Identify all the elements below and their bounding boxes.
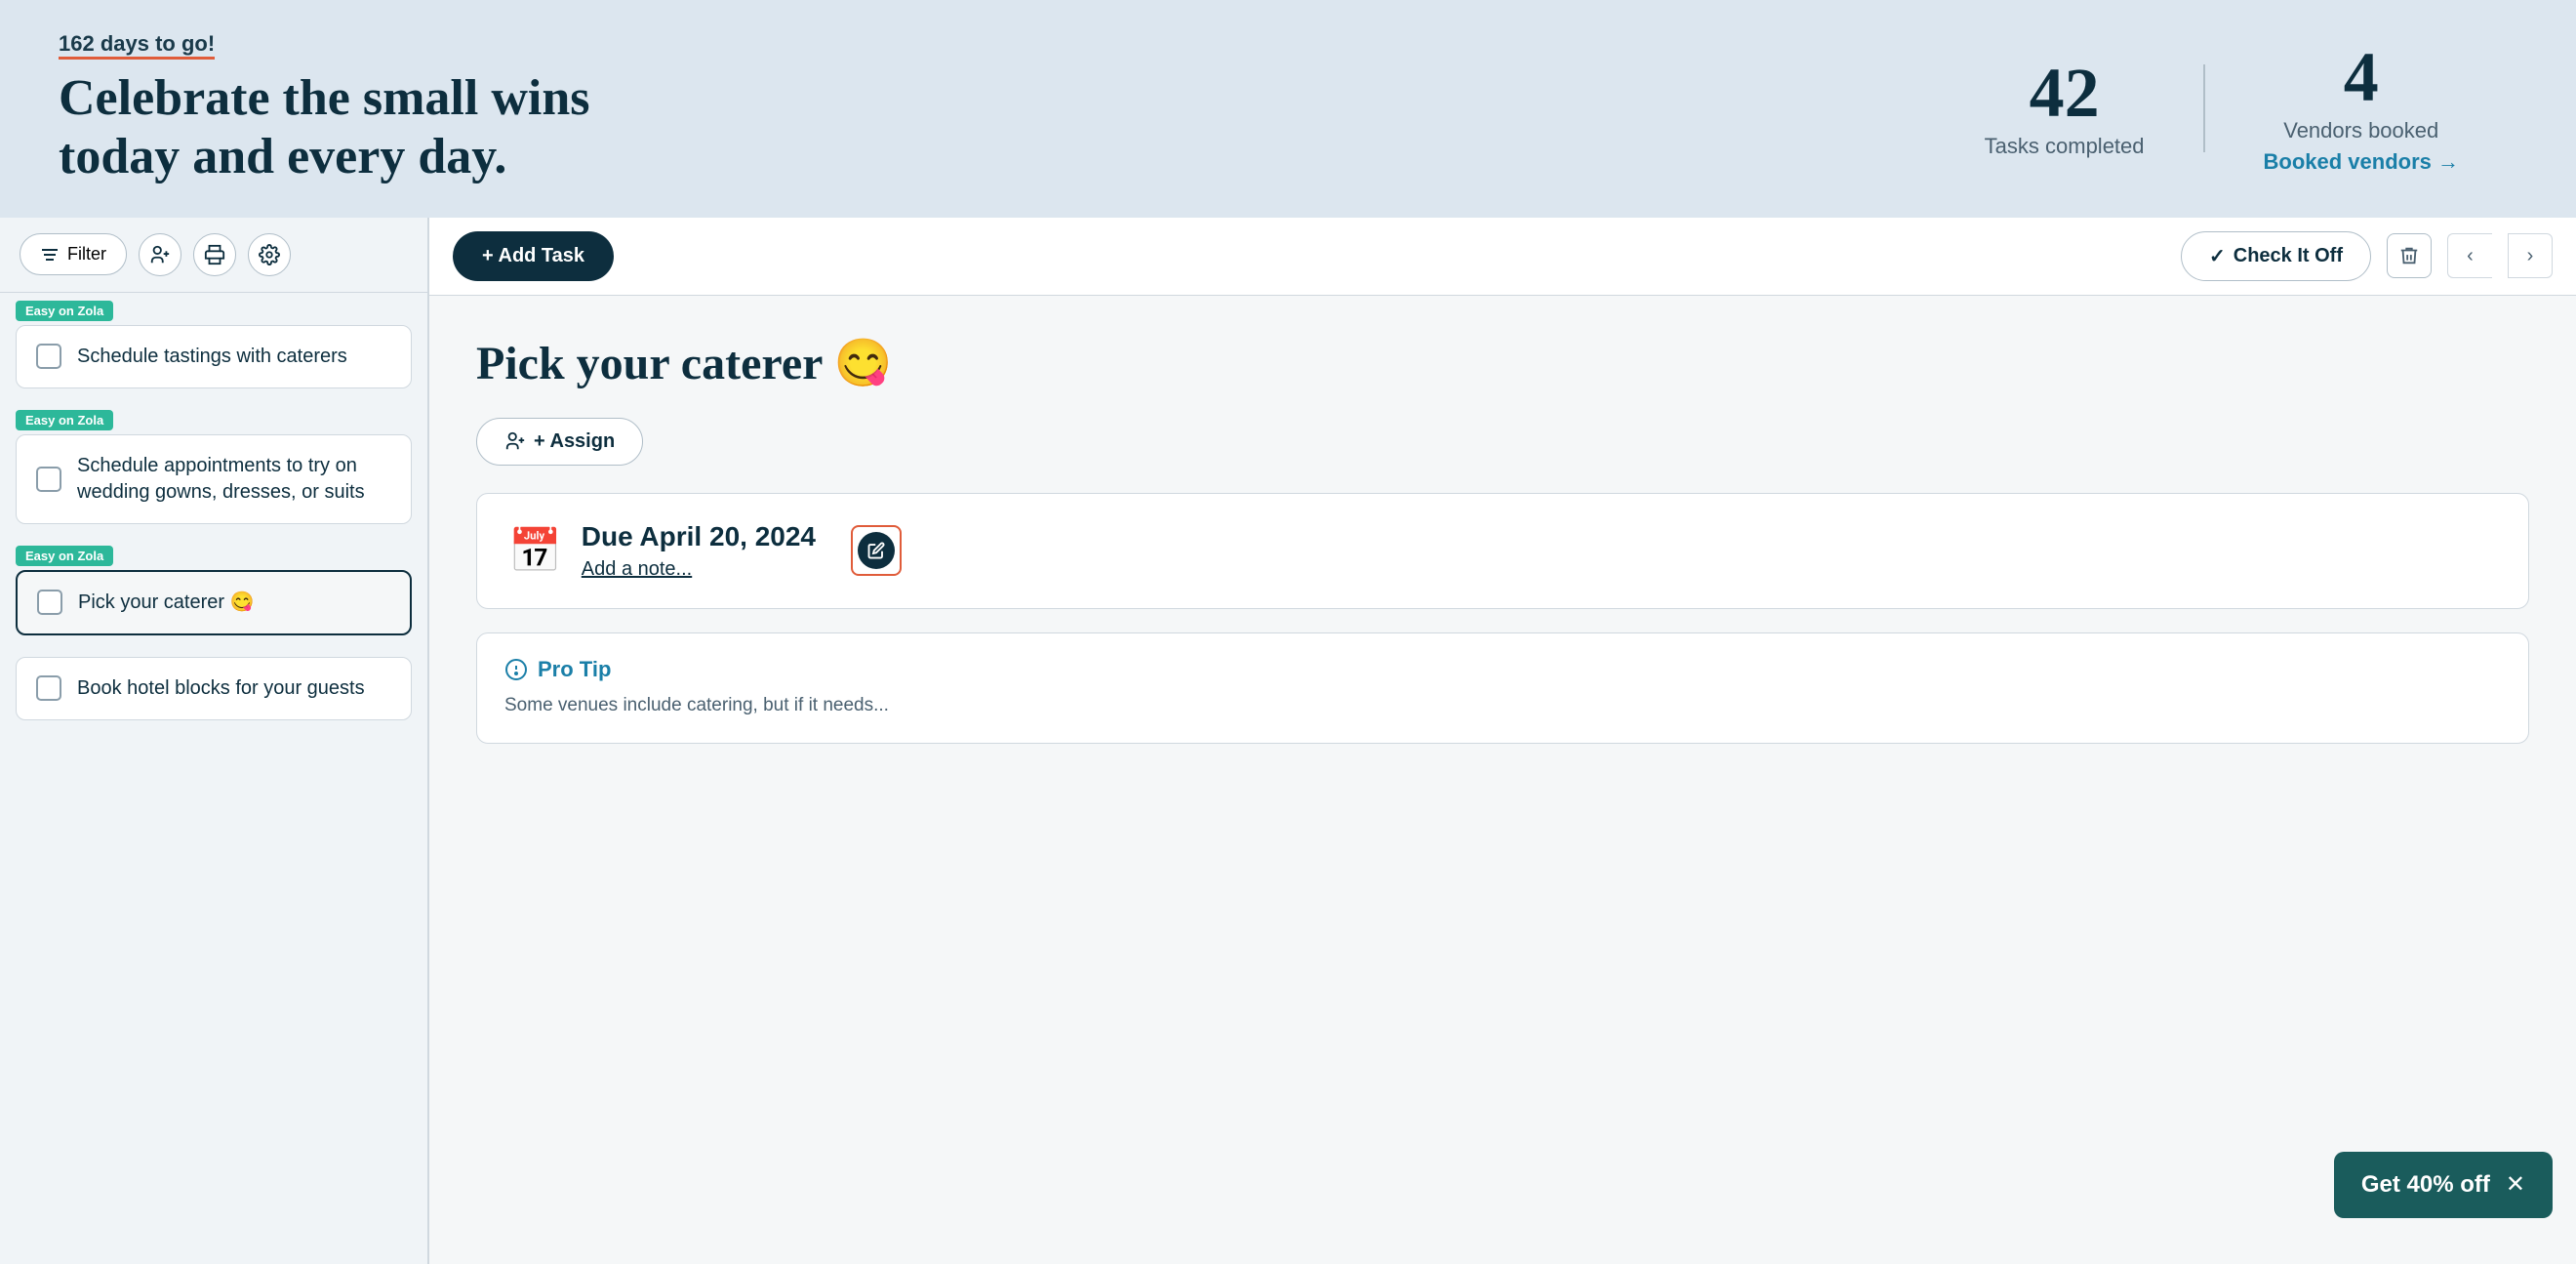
task-text-1: Schedule tastings with caterers	[77, 344, 347, 370]
header-left: 162 days to go! Celebrate the small wins…	[59, 31, 589, 186]
main-content: Filter Easy on Zola	[0, 218, 2576, 1264]
easy-badge-2: Easy on Zola	[16, 410, 113, 430]
pro-tip-card: Pro Tip Some venues include catering, bu…	[476, 632, 2529, 745]
due-date-card: 📅 Due April 20, 2024 Add a note...	[476, 493, 2529, 609]
next-task-button[interactable]: ›	[2508, 233, 2553, 278]
print-icon	[204, 244, 225, 265]
due-date-info: Due April 20, 2024 Add a note...	[582, 521, 816, 581]
task-section-3: Easy on Zola Pick your caterer 😋	[0, 538, 427, 649]
close-banner-button[interactable]: ✕	[2506, 1173, 2525, 1197]
filter-label: Filter	[67, 244, 106, 265]
stat-tasks: 42 Tasks completed	[1926, 58, 2203, 159]
detail-title: Pick your caterer 😋	[476, 335, 2529, 390]
detail-panel: + Add Task ✓ Check It Off ‹ › Pick your …	[429, 218, 2576, 1264]
settings-icon	[259, 244, 280, 265]
stat-vendors-number: 4	[2264, 42, 2459, 112]
header-stats: 42 Tasks completed 4 Vendors booked Book…	[1926, 42, 2517, 175]
header-title: Celebrate the small wins today and every…	[59, 69, 589, 186]
discount-label: Get 40% off	[2361, 1171, 2490, 1199]
add-task-label: + Add Task	[482, 245, 584, 267]
task-item-2[interactable]: Schedule appointments to try on wedding …	[16, 434, 412, 524]
delete-button[interactable]	[2387, 233, 2432, 278]
task-section-1: Easy on Zola Schedule tastings with cate…	[0, 293, 427, 402]
days-to-go: 162 days to go!	[59, 31, 215, 60]
task-item-1[interactable]: Schedule tastings with caterers	[16, 325, 412, 388]
detail-toolbar: + Add Task ✓ Check It Off ‹ ›	[429, 218, 2576, 296]
header-banner: 162 days to go! Celebrate the small wins…	[0, 0, 2576, 218]
check-it-off-label: Check It Off	[2234, 245, 2343, 267]
easy-badge-1: Easy on Zola	[16, 301, 113, 321]
stat-tasks-label: Tasks completed	[1985, 134, 2145, 159]
trash-icon	[2398, 245, 2420, 266]
detail-content: Pick your caterer 😋 + Assign 📅 Due April…	[429, 296, 2576, 784]
pro-tip-label: Pro Tip	[538, 657, 611, 682]
task-checkbox-3[interactable]	[37, 590, 62, 615]
discount-banner: Get 40% off ✕	[2334, 1152, 2553, 1218]
edit-icon	[858, 532, 895, 569]
task-text-4: Book hotel blocks for your guests	[77, 675, 365, 702]
booked-vendors-link[interactable]: Booked vendors →	[2264, 149, 2459, 175]
stat-vendors-label: Vendors booked	[2264, 118, 2459, 143]
pro-tip-header: Pro Tip	[504, 657, 2501, 682]
task-item-4[interactable]: Book hotel blocks for your guests	[16, 657, 412, 720]
pro-tip-text: Some venues include catering, but if it …	[504, 692, 2501, 720]
add-note-link[interactable]: Add a note...	[582, 558, 816, 581]
task-list-panel: Filter Easy on Zola	[0, 218, 429, 1264]
task-checkbox-1[interactable]	[36, 344, 61, 369]
task-section-2: Easy on Zola Schedule appointments to tr…	[0, 402, 427, 538]
filter-icon	[40, 245, 60, 265]
calendar-icon: 📅	[508, 525, 562, 576]
task-checkbox-2[interactable]	[36, 467, 61, 492]
add-task-button[interactable]: + Add Task	[453, 231, 614, 281]
assign-button[interactable]: + Assign	[476, 418, 643, 466]
prev-task-button[interactable]: ‹	[2447, 233, 2492, 278]
add-person-button[interactable]	[139, 233, 181, 276]
list-toolbar: Filter	[0, 218, 427, 293]
print-button[interactable]	[193, 233, 236, 276]
filter-button[interactable]: Filter	[20, 233, 127, 275]
pro-tip-icon	[504, 658, 528, 681]
due-date-text: Due April 20, 2024	[582, 521, 816, 552]
stat-tasks-number: 42	[1985, 58, 2145, 128]
check-it-off-button[interactable]: ✓ Check It Off	[2181, 231, 2371, 281]
assign-label: + Assign	[534, 430, 615, 453]
check-icon: ✓	[2209, 244, 2226, 268]
assign-person-icon	[504, 430, 526, 452]
task-checkbox-4[interactable]	[36, 675, 61, 701]
task-text-2: Schedule appointments to try on wedding …	[77, 453, 391, 506]
stat-vendors: 4 Vendors booked Booked vendors →	[2205, 42, 2517, 175]
task-item-3[interactable]: Pick your caterer 😋	[16, 570, 412, 635]
task-text-3: Pick your caterer 😋	[78, 590, 255, 616]
easy-badge-3: Easy on Zola	[16, 546, 113, 566]
add-person-icon	[149, 244, 171, 265]
task-section-4: Book hotel blocks for your guests	[0, 649, 427, 734]
edit-date-button[interactable]	[851, 525, 902, 576]
header-title-line1: Celebrate the small wins	[59, 70, 589, 126]
settings-button[interactable]	[248, 233, 291, 276]
header-title-line2: today and every day.	[59, 129, 506, 184]
